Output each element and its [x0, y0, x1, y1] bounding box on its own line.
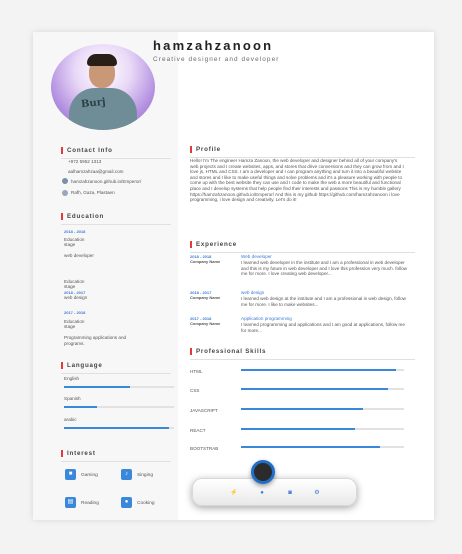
contact-email[interactable]: aalhamzahzaa@gmail.com [68, 169, 123, 175]
profile-text: Hello! I'm The engineer Hamza Zanoon, th… [190, 158, 404, 203]
skill-bar [241, 388, 404, 390]
education-field: web developer [64, 253, 94, 258]
interest-label: Singing [137, 473, 154, 478]
experience-role: web design [241, 290, 265, 295]
skill-bar [241, 446, 404, 448]
skill-name: HTML [190, 369, 203, 374]
education-label: stage [64, 284, 76, 289]
education-date: 2018 - 2018 [64, 229, 86, 234]
user-icon[interactable]: ● [258, 489, 266, 497]
contact-location: Rafh, Gaza, Plastaen [71, 190, 115, 195]
language-title: Language [61, 362, 103, 369]
experience-desc: I learned web design at the institute an… [241, 296, 406, 307]
skill-name: CSS [190, 388, 200, 393]
resume-sheet: Burj Contact Info +972 5952 1313 aalhamz… [33, 32, 434, 520]
company-name: Company Name [190, 321, 221, 326]
education-label: stage [64, 242, 76, 247]
profile-photo: Burj [51, 44, 155, 130]
contact-website[interactable]: hamzahzanoon.github.io/Emperor/ [71, 179, 141, 185]
skills-title: Professional Skills [190, 348, 266, 355]
language-bar [64, 406, 174, 408]
skill-name: JAVASCRIPT [190, 408, 218, 413]
floating-action-button[interactable] [251, 460, 275, 484]
interest-label: Reading [81, 501, 99, 506]
contact-phone: +972 5952 1313 [68, 159, 102, 164]
experience-desc: I learned programming and applications a… [241, 322, 405, 333]
company-name: Company Name [190, 259, 221, 264]
skill-name: REACT [190, 428, 206, 433]
education-label: stage [64, 324, 76, 329]
experience-title: Experience [190, 241, 237, 248]
company-name: Company Name [190, 295, 221, 300]
location-icon [62, 190, 68, 196]
education-field: Programming applications and programs. [64, 335, 127, 346]
contact-title: Contact Info [61, 147, 113, 154]
skill-bar [241, 369, 404, 371]
settings-icon[interactable]: ⚙ [313, 489, 321, 497]
language-name: arabic [64, 417, 77, 422]
language-bar [64, 427, 174, 429]
profile-title: Profile [190, 146, 221, 153]
cooking-icon: ● [121, 497, 132, 508]
globe-icon [62, 178, 68, 184]
language-bar [64, 386, 174, 388]
experience-role: Application programming [241, 316, 292, 321]
floating-toolbar: ⚡ ● ◙ ⚙ [192, 478, 357, 506]
experience-role: Web developer [241, 254, 272, 259]
skill-bar [241, 428, 404, 430]
interest-label: Cooking [137, 501, 155, 506]
person-name: hamzahzanoon [153, 38, 274, 53]
education-date: 2017 - 2018 [64, 310, 86, 315]
microphone-icon: ♪ [121, 469, 132, 480]
book-icon: ▤ [65, 497, 76, 508]
person-tagline: Creative designer and developer [153, 56, 280, 63]
education-field: web design [64, 295, 88, 300]
camera-icon[interactable]: ◙ [286, 489, 294, 497]
interest-label: Gaming [81, 473, 98, 478]
experience-desc: I learned web developer in the institute… [241, 260, 407, 277]
interest-title: Interest [61, 450, 96, 457]
gamepad-icon: ■ [65, 469, 76, 480]
skill-bar [241, 408, 404, 410]
bolt-icon[interactable]: ⚡ [230, 489, 238, 497]
language-name: Spanish [64, 396, 81, 401]
education-title: Education [61, 213, 104, 220]
language-name: English [64, 376, 80, 381]
skill-name: BOOTSTRAB [190, 446, 219, 451]
